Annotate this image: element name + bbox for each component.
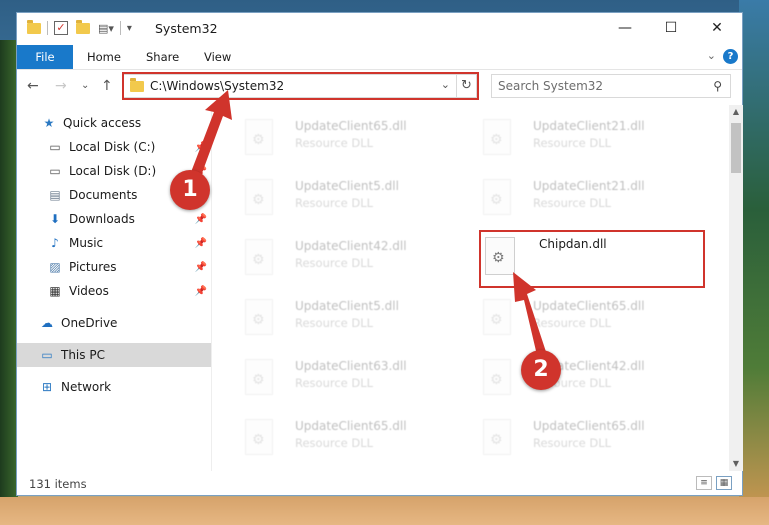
callout-arrows	[188, 90, 550, 368]
callout-badge-2: 2	[521, 350, 561, 390]
callout-badge-1: 1	[170, 170, 210, 210]
